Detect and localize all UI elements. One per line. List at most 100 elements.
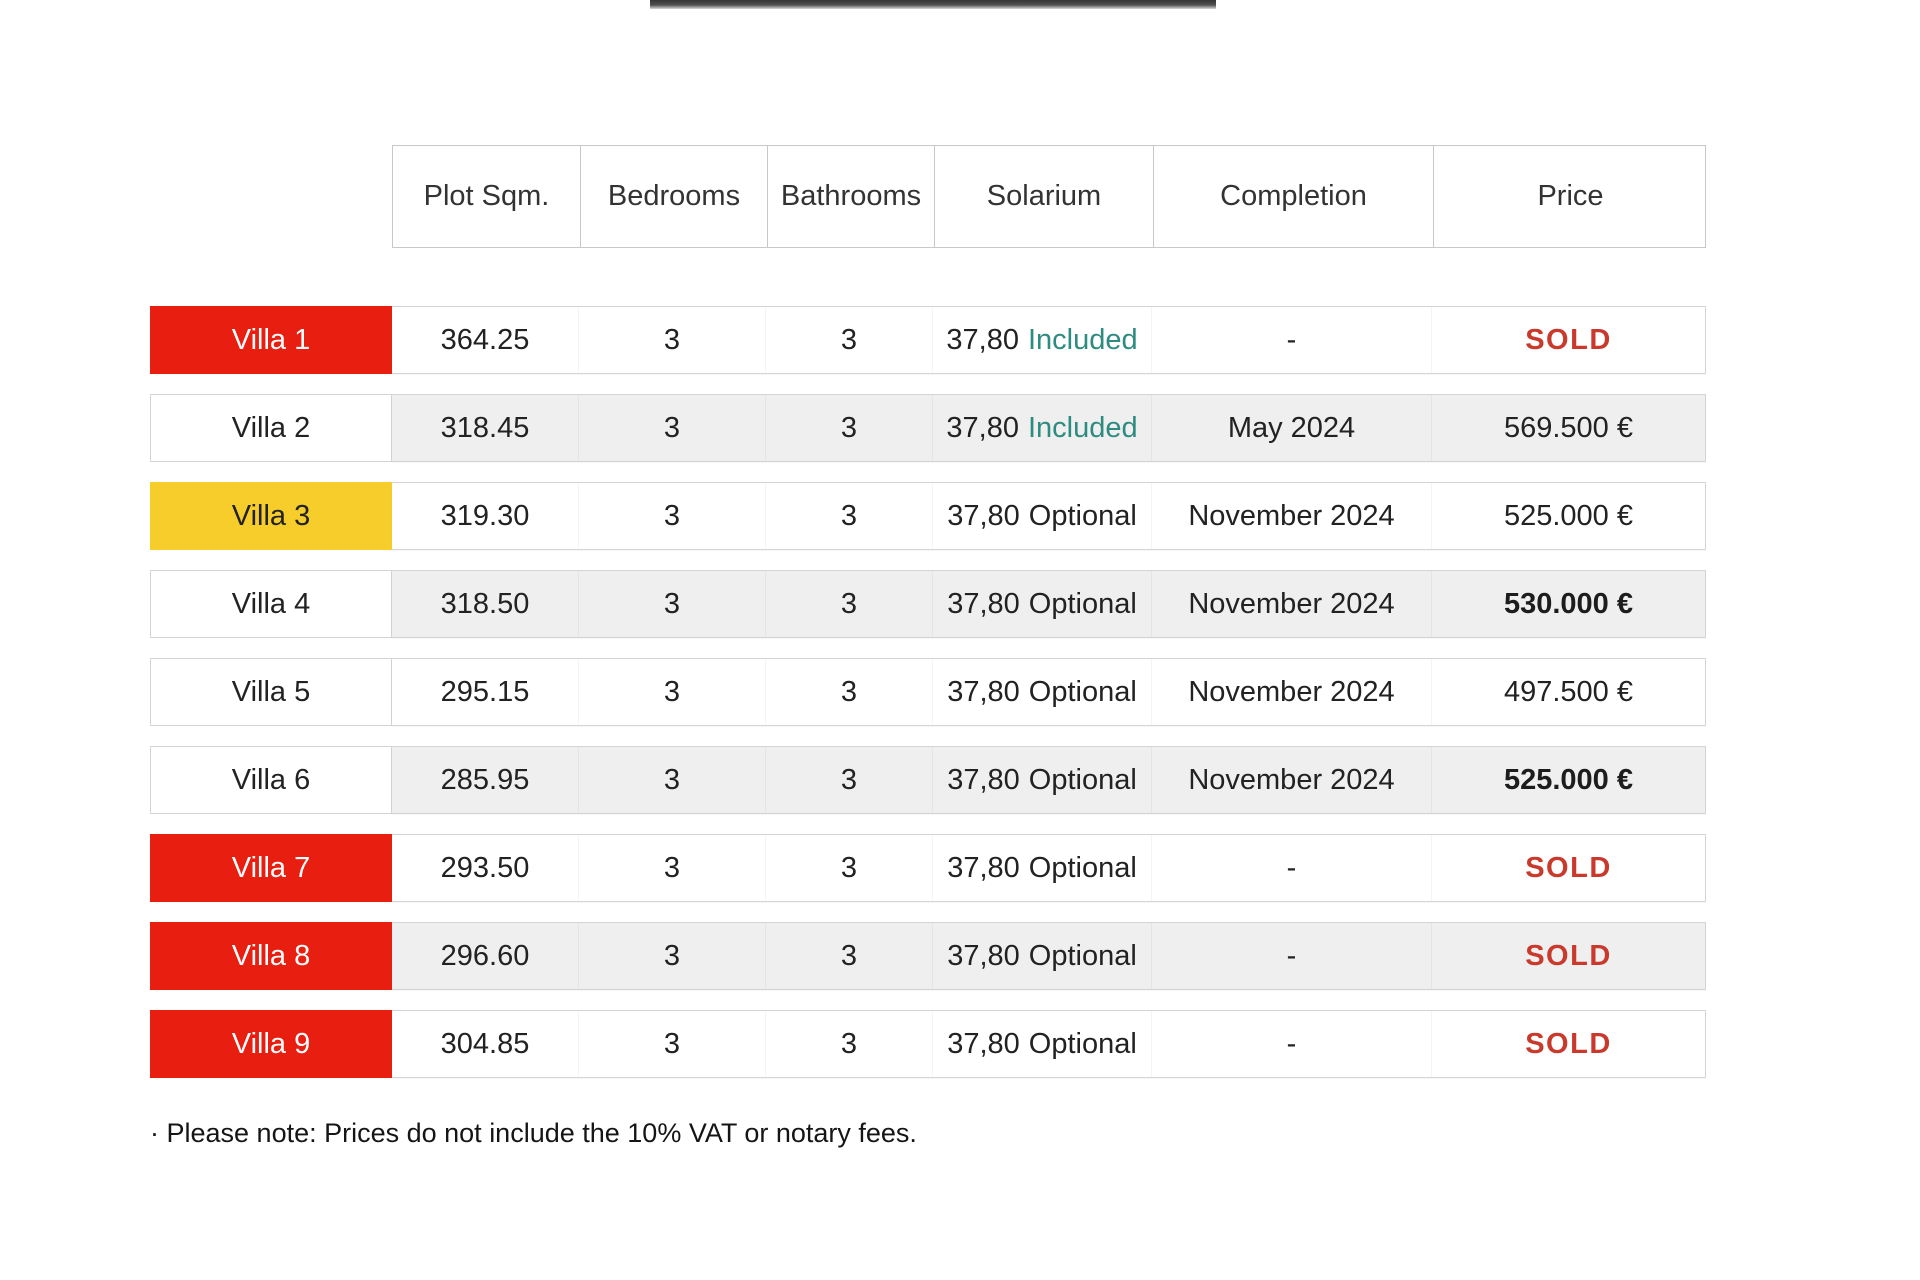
bathrooms-cell: 3 xyxy=(765,483,932,549)
price-cell: 525.000 € xyxy=(1431,483,1705,549)
price-value: 497.500 € xyxy=(1504,676,1633,709)
villa-label-cell: Villa 5 xyxy=(150,658,392,726)
solarium-status: Optional xyxy=(1029,588,1137,621)
completion-cell: - xyxy=(1151,923,1431,989)
completion-cell: November 2024 xyxy=(1151,747,1431,813)
completion-cell: May 2024 xyxy=(1151,395,1431,461)
row-data-area: 318.50 3 3 37,80 Optional November 2024 … xyxy=(392,570,1706,638)
solarium-status: Optional xyxy=(1029,764,1137,797)
table-row: Villa 7 293.50 3 3 37,80 Optional - SOLD xyxy=(150,834,1706,902)
row-data-area: 296.60 3 3 37,80 Optional - SOLD xyxy=(392,922,1706,990)
villa-label-cell: Villa 3 xyxy=(150,482,392,550)
villa-label-cell: Villa 6 xyxy=(150,746,392,814)
solarium-status: Optional xyxy=(1029,1028,1137,1061)
table-row: Villa 2 318.45 3 3 37,80 Included May 20… xyxy=(150,394,1706,462)
completion-cell: - xyxy=(1151,835,1431,901)
solarium-cell: 37,80 Optional xyxy=(932,483,1151,549)
bathrooms-cell: 3 xyxy=(765,835,932,901)
row-data-area: 319.30 3 3 37,80 Optional November 2024 … xyxy=(392,482,1706,550)
price-cell: SOLD xyxy=(1431,1011,1705,1077)
solarium-cell: 37,80 Optional xyxy=(932,835,1151,901)
plot-sqm-cell: 293.50 xyxy=(392,835,578,901)
table-header-row: Plot Sqm. Bedrooms Bathrooms Solarium Co… xyxy=(392,145,1706,248)
solarium-cell: 37,80 Optional xyxy=(932,747,1151,813)
price-value: 525.000 € xyxy=(1504,764,1633,797)
solarium-cell: 37,80 Optional xyxy=(932,1011,1151,1077)
column-header-completion: Completion xyxy=(1153,146,1433,247)
column-header-bathrooms: Bathrooms xyxy=(767,146,934,247)
bedrooms-cell: 3 xyxy=(578,923,765,989)
cropped-title-bar-remnant xyxy=(650,0,1216,9)
solarium-status: Included xyxy=(1028,412,1138,445)
solarium-value: 37,80 xyxy=(947,764,1020,797)
solarium-cell: 37,80 Optional xyxy=(932,659,1151,725)
row-data-area: 295.15 3 3 37,80 Optional November 2024 … xyxy=(392,658,1706,726)
column-header-bedrooms: Bedrooms xyxy=(580,146,767,247)
plot-sqm-cell: 304.85 xyxy=(392,1011,578,1077)
table-row: Villa 8 296.60 3 3 37,80 Optional - SOLD xyxy=(150,922,1706,990)
price-value: SOLD xyxy=(1525,940,1612,973)
plot-sqm-cell: 295.15 xyxy=(392,659,578,725)
bathrooms-cell: 3 xyxy=(765,307,932,373)
solarium-cell: 37,80 Included xyxy=(932,307,1151,373)
price-value: 569.500 € xyxy=(1504,412,1633,445)
price-value: SOLD xyxy=(1525,1028,1612,1061)
price-cell: 569.500 € xyxy=(1431,395,1705,461)
table-row: Villa 3 319.30 3 3 37,80 Optional Novemb… xyxy=(150,482,1706,550)
table-row: Villa 1 364.25 3 3 37,80 Included - SOLD xyxy=(150,306,1706,374)
bedrooms-cell: 3 xyxy=(578,1011,765,1077)
bedrooms-cell: 3 xyxy=(578,307,765,373)
villa-label-cell: Villa 2 xyxy=(150,394,392,462)
plot-sqm-cell: 318.45 xyxy=(392,395,578,461)
solarium-value: 37,80 xyxy=(947,852,1020,885)
solarium-value: 37,80 xyxy=(947,676,1020,709)
price-cell: SOLD xyxy=(1431,923,1705,989)
bedrooms-cell: 3 xyxy=(578,659,765,725)
row-data-area: 304.85 3 3 37,80 Optional - SOLD xyxy=(392,1010,1706,1078)
row-data-area: 364.25 3 3 37,80 Included - SOLD xyxy=(392,306,1706,374)
table-row: Villa 6 285.95 3 3 37,80 Optional Novemb… xyxy=(150,746,1706,814)
bedrooms-cell: 3 xyxy=(578,835,765,901)
column-header-solarium: Solarium xyxy=(934,146,1153,247)
completion-cell: - xyxy=(1151,1011,1431,1077)
completion-cell: November 2024 xyxy=(1151,659,1431,725)
price-cell: 497.500 € xyxy=(1431,659,1705,725)
bathrooms-cell: 3 xyxy=(765,1011,932,1077)
row-data-area: 293.50 3 3 37,80 Optional - SOLD xyxy=(392,834,1706,902)
bathrooms-cell: 3 xyxy=(765,395,932,461)
solarium-value: 37,80 xyxy=(947,500,1020,533)
villa-label-cell: Villa 4 xyxy=(150,570,392,638)
bedrooms-cell: 3 xyxy=(578,395,765,461)
villa-label-cell: Villa 8 xyxy=(150,922,392,990)
bedrooms-cell: 3 xyxy=(578,747,765,813)
solarium-status: Optional xyxy=(1029,676,1137,709)
row-data-area: 318.45 3 3 37,80 Included May 2024 569.5… xyxy=(392,394,1706,462)
price-value: 530.000 € xyxy=(1504,588,1633,621)
price-value: SOLD xyxy=(1525,852,1612,885)
vat-footnote: · Please note: Prices do not include the… xyxy=(150,1118,917,1149)
solarium-cell: 37,80 Optional xyxy=(932,923,1151,989)
row-data-area: 285.95 3 3 37,80 Optional November 2024 … xyxy=(392,746,1706,814)
villa-label-cell: Villa 9 xyxy=(150,1010,392,1078)
solarium-status: Optional xyxy=(1029,500,1137,533)
table-body: Villa 1 364.25 3 3 37,80 Included - SOLD… xyxy=(150,306,1706,1098)
price-value: SOLD xyxy=(1525,324,1612,357)
solarium-value: 37,80 xyxy=(947,588,1020,621)
price-cell: 530.000 € xyxy=(1431,571,1705,637)
solarium-status: Included xyxy=(1028,324,1138,357)
solarium-value: 37,80 xyxy=(946,412,1019,445)
price-cell: SOLD xyxy=(1431,307,1705,373)
table-row: Villa 9 304.85 3 3 37,80 Optional - SOLD xyxy=(150,1010,1706,1078)
plot-sqm-cell: 364.25 xyxy=(392,307,578,373)
bathrooms-cell: 3 xyxy=(765,923,932,989)
bathrooms-cell: 3 xyxy=(765,659,932,725)
solarium-status: Optional xyxy=(1029,940,1137,973)
villa-label-cell: Villa 1 xyxy=(150,306,392,374)
plot-sqm-cell: 319.30 xyxy=(392,483,578,549)
table-row: Villa 5 295.15 3 3 37,80 Optional Novemb… xyxy=(150,658,1706,726)
completion-cell: November 2024 xyxy=(1151,483,1431,549)
solarium-cell: 37,80 Optional xyxy=(932,571,1151,637)
completion-cell: November 2024 xyxy=(1151,571,1431,637)
table-row: Villa 4 318.50 3 3 37,80 Optional Novemb… xyxy=(150,570,1706,638)
bedrooms-cell: 3 xyxy=(578,571,765,637)
